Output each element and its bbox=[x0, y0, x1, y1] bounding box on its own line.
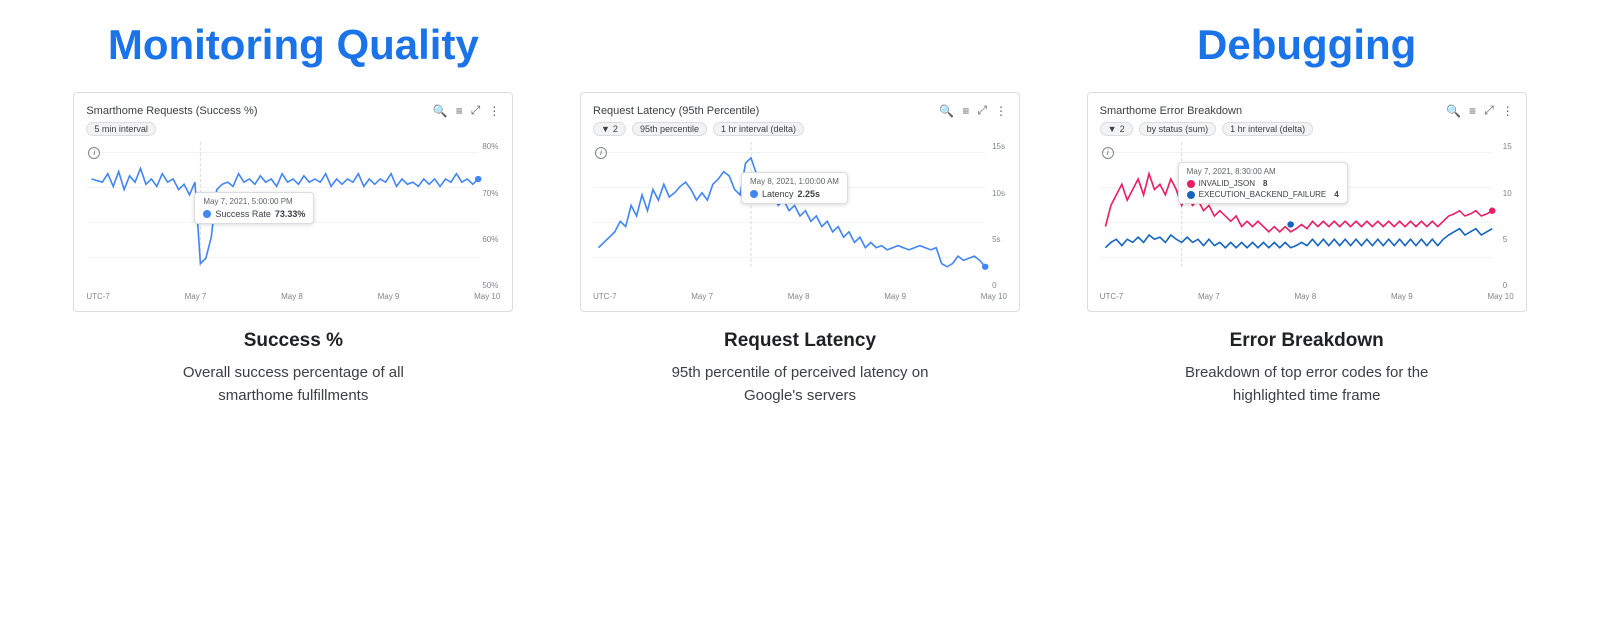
y-axis-success: 80% 70% 60% 50% bbox=[482, 142, 498, 290]
y-axis-latency: 15s 10s 5s 0 bbox=[992, 142, 1005, 290]
tooltip-error: May 7, 2021, 8:30:00 AM INVALID_JSON 8 E… bbox=[1178, 162, 1348, 204]
filter-percentile-label: 95th percentile bbox=[640, 124, 699, 134]
more-icon[interactable]: ⋮ bbox=[488, 104, 500, 118]
filter-icon-funnel: ▼ bbox=[601, 124, 610, 134]
monitoring-section: Monitoring Quality Smarthome Requests (S… bbox=[40, 20, 547, 407]
filter-funnel-icon: ▼ bbox=[1108, 124, 1117, 134]
tooltip-metric-invalid: INVALID_JSON bbox=[1199, 179, 1255, 188]
success-chart-title: Smarthome Requests (Success %) bbox=[86, 105, 257, 117]
filter-count-val: 2 bbox=[613, 124, 618, 134]
filter-5min[interactable]: 5 min interval bbox=[86, 122, 156, 136]
error-subtitle: Error Breakdown bbox=[1230, 330, 1384, 352]
tooltip-metric-latency: Latency bbox=[762, 189, 794, 199]
filter-count-error[interactable]: ▼ 2 bbox=[1100, 122, 1133, 136]
tooltip-row-success: Success Rate 73.33% bbox=[203, 209, 305, 219]
tooltip-success: May 7, 2021, 5:00:00 PM Success Rate 73.… bbox=[194, 192, 314, 224]
chart-header-success: Smarthome Requests (Success %) 🔍 ≡ ⤢ ⋮ bbox=[86, 103, 500, 118]
latency-chart: Request Latency (95th Percentile) 🔍 ≡ ⤢ … bbox=[580, 92, 1020, 312]
latency-description: 95th percentile of perceived latency on … bbox=[650, 362, 950, 407]
tooltip-row-exec-failure: EXECUTION_BACKEND_FAILURE 4 bbox=[1187, 190, 1339, 199]
chart-header-latency: Request Latency (95th Percentile) 🔍 ≡ ⤢ … bbox=[593, 103, 1007, 118]
more-icon-latency[interactable]: ⋮ bbox=[995, 104, 1007, 118]
latency-svg bbox=[593, 142, 1007, 290]
success-chart-area: 80% 70% 60% 50% bbox=[86, 142, 500, 290]
success-rate-chart: Smarthome Requests (Success %) 🔍 ≡ ⤢ ⋮ 5… bbox=[73, 92, 513, 312]
tooltip-metric-success: Success Rate bbox=[215, 209, 271, 219]
latency-chart-area: 15s 10s 5s 0 bbox=[593, 142, 1007, 290]
expand-icon[interactable]: ⤢ bbox=[471, 103, 481, 118]
chart-toolbar-error: 🔍 ≡ ⤢ ⋮ bbox=[1446, 103, 1514, 118]
filter-interval-error-label: 1 hr interval (delta) bbox=[1230, 124, 1305, 134]
success-description: Overall success percentage of all smarth… bbox=[143, 362, 443, 407]
error-description: Breakdown of top error codes for the hig… bbox=[1157, 362, 1457, 407]
chart-filters-error: ▼ 2 by status (sum) 1 hr interval (delta… bbox=[1100, 122, 1514, 136]
filter-count-error-val: 2 bbox=[1120, 124, 1125, 134]
chart-footer-success: UTC-7 May 7 May 8 May 9 May 10 bbox=[86, 292, 500, 301]
tooltip-dot-exec bbox=[1187, 191, 1195, 199]
chart-footer-error: UTC-7 May 7 May 8 May 9 May 10 bbox=[1100, 292, 1514, 301]
error-chart: Smarthome Error Breakdown 🔍 ≡ ⤢ ⋮ ▼ 2 by… bbox=[1087, 92, 1527, 312]
chart-footer-latency: UTC-7 May 7 May 8 May 9 May 10 bbox=[593, 292, 1007, 301]
info-icon-error: i bbox=[1102, 147, 1114, 159]
filter-interval-error[interactable]: 1 hr interval (delta) bbox=[1222, 122, 1313, 136]
filter-icon-latency[interactable]: ≡ bbox=[962, 104, 969, 118]
filter-label: 5 min interval bbox=[94, 124, 148, 134]
filter-count-latency[interactable]: ▼ 2 bbox=[593, 122, 626, 136]
chart-toolbar-latency: 🔍 ≡ ⤢ ⋮ bbox=[939, 103, 1007, 118]
filter-icon-error[interactable]: ≡ bbox=[1469, 104, 1476, 118]
latency-section: . Request Latency (95th Percentile) 🔍 ≡ … bbox=[547, 20, 1054, 407]
tooltip-latency: May 8, 2021, 1:00:00 AM Latency 2.25s bbox=[741, 172, 848, 204]
chart-toolbar-success: 🔍 ≡ ⤢ ⋮ bbox=[433, 103, 501, 118]
filter-icon[interactable]: ≡ bbox=[456, 104, 463, 118]
search-icon-latency[interactable]: 🔍 bbox=[939, 104, 954, 118]
tooltip-dot-success bbox=[203, 210, 211, 218]
latency-chart-title: Request Latency (95th Percentile) bbox=[593, 105, 759, 117]
tooltip-value-latency: 2.25s bbox=[798, 189, 821, 199]
tooltip-value-exec: 4 bbox=[1334, 190, 1338, 199]
monitoring-title: Monitoring Quality bbox=[108, 20, 479, 70]
y-axis-error: 15 10 5 0 bbox=[1503, 142, 1512, 290]
tooltip-date-success: May 7, 2021, 5:00:00 PM bbox=[203, 197, 305, 206]
tooltip-metric-exec: EXECUTION_BACKEND_FAILURE bbox=[1199, 190, 1327, 199]
tooltip-date-error: May 7, 2021, 8:30:00 AM bbox=[1187, 167, 1339, 176]
more-icon-error[interactable]: ⋮ bbox=[1502, 104, 1514, 118]
chart-filters-latency: ▼ 2 95th percentile 1 hr interval (delta… bbox=[593, 122, 1007, 136]
latency-section-spacer: . bbox=[794, 20, 806, 70]
tooltip-date-latency: May 8, 2021, 1:00:00 AM bbox=[750, 177, 839, 186]
error-chart-title: Smarthome Error Breakdown bbox=[1100, 105, 1242, 117]
search-icon[interactable]: 🔍 bbox=[433, 104, 448, 118]
filter-percentile[interactable]: 95th percentile bbox=[632, 122, 707, 136]
tooltip-dot-invalid bbox=[1187, 180, 1195, 188]
error-chart-area: 15 10 5 0 bbox=[1100, 142, 1514, 290]
chart-header-error: Smarthome Error Breakdown 🔍 ≡ ⤢ ⋮ bbox=[1100, 103, 1514, 118]
tooltip-value-success: 73.33% bbox=[275, 209, 306, 219]
latency-subtitle: Request Latency bbox=[724, 330, 876, 352]
tooltip-row-latency: Latency 2.25s bbox=[750, 189, 839, 199]
debugging-title: Debugging bbox=[1197, 20, 1416, 70]
tooltip-value-invalid: 8 bbox=[1263, 179, 1267, 188]
tooltip-dot-latency bbox=[750, 190, 758, 198]
filter-status-sum[interactable]: by status (sum) bbox=[1139, 122, 1217, 136]
search-icon-error[interactable]: 🔍 bbox=[1446, 104, 1461, 118]
debugging-section: Debugging Smarthome Error Breakdown 🔍 ≡ … bbox=[1053, 20, 1560, 407]
expand-icon-latency[interactable]: ⤢ bbox=[977, 103, 987, 118]
chart-filters-success: 5 min interval bbox=[86, 122, 500, 136]
tooltip-row-invalid-json: INVALID_JSON 8 bbox=[1187, 179, 1339, 188]
filter-status-label: by status (sum) bbox=[1147, 124, 1209, 134]
success-subtitle: Success % bbox=[244, 330, 343, 352]
filter-interval-latency[interactable]: 1 hr interval (delta) bbox=[713, 122, 804, 136]
expand-icon-error[interactable]: ⤢ bbox=[1484, 103, 1494, 118]
filter-interval-label: 1 hr interval (delta) bbox=[721, 124, 796, 134]
